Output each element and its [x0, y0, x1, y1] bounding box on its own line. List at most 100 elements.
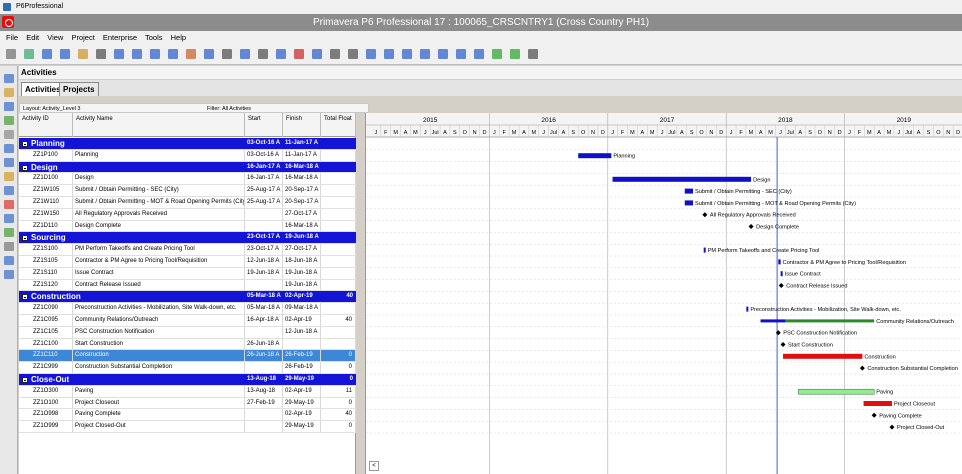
sidebar-icon[interactable]	[4, 74, 14, 83]
month-label: J	[661, 130, 664, 136]
toolbar-button[interactable]	[438, 49, 448, 59]
collapse-icon[interactable]	[22, 235, 28, 242]
wbs-row[interactable]: Planning 03-Oct-16 A 11-Jan-17 A	[19, 138, 356, 150]
col-start[interactable]: Start	[245, 113, 283, 137]
table-row[interactable]: ZZ1W105 Submit / Obtain Permitting - SEC …	[19, 185, 356, 197]
sidebar-icon[interactable]	[4, 186, 14, 195]
toolbar-button[interactable]	[240, 49, 250, 59]
activity-finish: 11-Jan-17 A	[283, 149, 321, 161]
table-row[interactable]: ZZ1W150 All Regulatory Approvals Received…	[19, 208, 356, 221]
month-label: O	[818, 130, 823, 136]
table-row[interactable]: ZZ1O999 Project Closed-Out 29-May-19 0	[19, 421, 356, 433]
toolbar-button[interactable]	[384, 49, 394, 59]
table-row[interactable]: ZZ1W110 Submit / Obtain Permitting - MOT …	[19, 197, 356, 209]
col-finish[interactable]: Finish	[283, 113, 321, 137]
toolbar-button[interactable]	[348, 49, 358, 59]
sidebar-icon[interactable]	[4, 88, 14, 97]
toolbar-button[interactable]	[6, 49, 16, 59]
toolbar-button[interactable]	[114, 49, 124, 59]
toolbar-button[interactable]	[132, 49, 142, 59]
table-row[interactable]: ZZ1C105 PSC Construction Notification 12-J…	[19, 326, 356, 339]
sidebar-icon[interactable]	[4, 228, 14, 237]
toolbar-button[interactable]	[402, 49, 412, 59]
menu-file[interactable]: File	[6, 33, 18, 42]
menu-tools[interactable]: Tools	[145, 33, 163, 42]
tab-projects[interactable]: Projects	[59, 82, 99, 96]
wbs-row[interactable]: Close-Out 13-Aug-18 29-May-19 0	[19, 374, 356, 386]
table-row[interactable]: ZZ1C110 Construction 26-Jun-18 A 26-Feb-19 0	[19, 350, 356, 363]
table-row[interactable]: ZZ1C095 Community Relations/Outreach 16-Ap…	[19, 315, 356, 327]
collapse-icon[interactable]	[22, 377, 28, 383]
scroll-left-icon[interactable]: <	[369, 461, 379, 471]
toolbar-button[interactable]	[186, 49, 196, 59]
wbs-row[interactable]: Design 16-Jan-17 A 16-Mar-18 A	[19, 161, 356, 174]
toolbar-button[interactable]	[78, 49, 88, 59]
table-row[interactable]: ZZ1O100 Project Closeout 27-Feb-19 29-May-1…	[19, 397, 356, 410]
activity-id: ZZ1O100	[19, 397, 73, 409]
toolbar-button[interactable]	[150, 49, 160, 59]
sidebar-icon[interactable]	[4, 130, 14, 139]
sidebar-icon[interactable]	[4, 102, 14, 111]
toolbar-button[interactable]	[492, 49, 502, 59]
left-sidebar	[0, 66, 18, 474]
activity-name: Start Construction	[73, 338, 245, 350]
table-row[interactable]: ZZ1S110 Issue Contract 19-Jun-18 A 19-Jun-1…	[19, 267, 356, 280]
toolbar-button[interactable]	[96, 49, 106, 59]
toolbar-button[interactable]	[366, 49, 376, 59]
toolbar-button[interactable]	[222, 49, 232, 59]
toolbar-button[interactable]	[258, 49, 268, 59]
sidebar-icon[interactable]	[4, 242, 14, 251]
sidebar-icon[interactable]	[4, 158, 14, 167]
toolbar-button[interactable]	[528, 49, 538, 59]
table-row[interactable]: ZZ1C090 Preconstruction Activities - Mobi…	[19, 303, 356, 315]
toolbar-button[interactable]	[312, 49, 322, 59]
activity-name: PM Perform Takeoffs and Create Pricing T…	[73, 244, 245, 255]
table-row[interactable]: ZZ1P100 Planning 03-Oct-16 A 11-Jan-17 A	[19, 149, 356, 162]
collapse-icon[interactable]	[22, 164, 28, 171]
activity-total-float	[321, 197, 356, 208]
table-row[interactable]: ZZ1O998 Paving Complete 02-Apr-19 40	[19, 409, 356, 422]
toolbar-button[interactable]	[474, 49, 484, 59]
table-row[interactable]: ZZ1S100 PM Perform Takeoffs and Create Pr…	[19, 244, 356, 256]
table-row[interactable]: ZZ1O300 Paving 13-Aug-18 02-Apr-19 11	[19, 385, 356, 398]
menu-project[interactable]: Project	[71, 33, 94, 42]
col-activity-id[interactable]: Activity ID	[19, 113, 73, 137]
activity-start: 19-Jun-18 A	[245, 267, 283, 279]
menu-edit[interactable]: Edit	[26, 33, 39, 42]
toolbar-button[interactable]	[330, 49, 340, 59]
toolbar-button[interactable]	[420, 49, 430, 59]
menu-help[interactable]: Help	[171, 33, 186, 42]
sidebar-icon[interactable]	[4, 144, 14, 153]
sidebar-icon[interactable]	[4, 256, 14, 265]
toolbar-button[interactable]	[456, 49, 466, 59]
wbs-row[interactable]: Sourcing 23-Oct-17 A 19-Jun-18 A	[19, 232, 356, 245]
toolbar-button[interactable]	[24, 49, 34, 59]
toolbar-button[interactable]	[204, 49, 214, 59]
col-total-float[interactable]: Total Float	[321, 113, 356, 137]
bar-label: PM Perform Takeoffs and Create Pricing T…	[708, 248, 820, 254]
toolbar-button[interactable]	[510, 49, 520, 59]
collapse-icon[interactable]	[22, 141, 28, 147]
toolbar-button[interactable]	[42, 49, 52, 59]
table-row[interactable]: ZZ1C100 Start Construction 26-Jun-18 A	[19, 338, 356, 351]
table-row[interactable]: ZZ1D100 Design 16-Jan-17 A 16-Mar-18 A	[19, 173, 356, 186]
menu-enterprise[interactable]: Enterprise	[103, 33, 137, 42]
sidebar-icon[interactable]	[4, 172, 14, 181]
toolbar-button[interactable]	[294, 49, 304, 59]
toolbar-button[interactable]	[60, 49, 70, 59]
table-row[interactable]: ZZ1S105 Contractor & PM Agree to Pricing …	[19, 256, 356, 268]
col-activity-name[interactable]: Activity Name	[73, 113, 245, 137]
toolbar-button[interactable]	[168, 49, 178, 59]
table-row[interactable]: ZZ1S120 Contract Release Issued 19-Jun-18 …	[19, 279, 356, 292]
sidebar-icon[interactable]	[4, 200, 14, 209]
toolbar-button[interactable]	[276, 49, 286, 59]
sidebar-icon[interactable]	[4, 270, 14, 279]
collapse-icon[interactable]	[22, 294, 28, 301]
table-row[interactable]: ZZ1D110 Design Complete 16-Mar-18 A	[19, 220, 356, 233]
oracle-icon[interactable]	[2, 16, 14, 28]
table-row[interactable]: ZZ1C999 Construction Substantial Completi…	[19, 362, 356, 374]
sidebar-icon[interactable]	[4, 214, 14, 223]
sidebar-icon[interactable]	[4, 116, 14, 125]
menu-view[interactable]: View	[47, 33, 63, 42]
wbs-row[interactable]: Construction 05-Mar-18 A 02-Apr-19 40	[19, 291, 356, 304]
